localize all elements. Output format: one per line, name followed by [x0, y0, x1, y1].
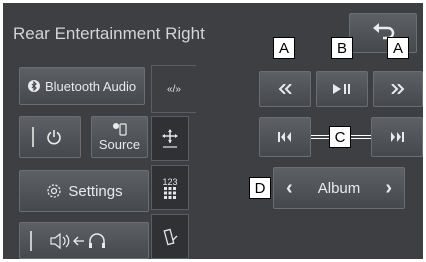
remote-icon	[163, 228, 178, 245]
settings-button[interactable]: Settings	[19, 170, 149, 212]
callout-a-right: A	[387, 37, 409, 59]
callout-line-left	[311, 135, 329, 139]
callout-c: C	[329, 126, 351, 148]
tab-rewind-forward[interactable]: «/»	[151, 65, 196, 113]
speaker-to-headphones-icon	[50, 232, 105, 249]
rewind-icon	[278, 84, 292, 94]
callout-line-right	[351, 135, 371, 139]
chevron-right-icon[interactable]: ›	[385, 177, 392, 200]
source-icon	[112, 123, 127, 136]
callout-a-left: A	[273, 37, 295, 59]
previous-track-icon	[278, 132, 291, 142]
tab-keypad[interactable]: 123	[151, 165, 189, 210]
audio-output-indicator	[30, 230, 32, 251]
next-track-button[interactable]	[371, 117, 423, 157]
tab-rewind-forward-label: «/»	[167, 83, 181, 95]
power-icon	[47, 130, 61, 145]
settings-label: Settings	[68, 182, 123, 200]
power-indicator	[32, 127, 34, 147]
bluetooth-audio-label: Bluetooth Audio	[45, 78, 137, 94]
chevron-left-icon[interactable]: ‹	[286, 177, 293, 200]
page-title: Rear Entertainment Right	[13, 24, 205, 43]
callout-d: D	[249, 177, 271, 199]
album-label: Album	[317, 179, 361, 197]
gear-icon	[47, 184, 62, 198]
play-pause-button[interactable]	[316, 71, 368, 107]
screen: Rear Entertainment Right Bluetooth Audio…	[3, 3, 423, 259]
tab-move[interactable]	[151, 116, 189, 161]
tab-keypad-label: 123	[162, 176, 178, 187]
tab-remote[interactable]	[151, 214, 189, 259]
fast-forward-button[interactable]	[373, 71, 423, 107]
bluetooth-audio-button[interactable]: Bluetooth Audio	[19, 67, 145, 105]
next-track-icon	[391, 132, 404, 142]
fast-forward-icon	[391, 84, 405, 94]
rewind-button[interactable]	[259, 71, 311, 107]
power-button[interactable]	[19, 116, 81, 158]
keypad-icon	[164, 186, 176, 199]
play-pause-icon	[333, 84, 350, 94]
bluetooth-icon	[28, 80, 40, 92]
previous-track-button[interactable]	[259, 117, 311, 157]
audio-output-button[interactable]	[19, 222, 149, 259]
callout-b: B	[331, 37, 353, 59]
source-label: Source	[98, 137, 141, 152]
album-selector: ‹ Album ›	[273, 167, 405, 209]
move-icon	[162, 128, 178, 148]
source-button[interactable]: Source	[91, 116, 148, 158]
